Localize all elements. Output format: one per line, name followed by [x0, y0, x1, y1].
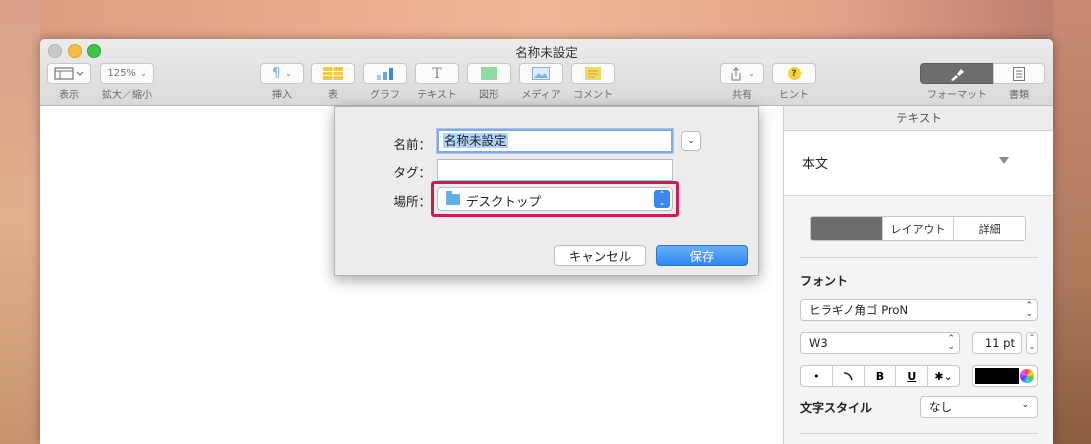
- tags-label: タグ：: [393, 165, 431, 180]
- share-icon: [731, 66, 741, 80]
- window-title: 名称未設定: [515, 45, 578, 60]
- location-value: デスクトップ: [466, 194, 542, 209]
- chevron-down-icon: ⌄: [748, 69, 755, 78]
- character-style-value: なし: [929, 400, 952, 414]
- chart-label: グラフ: [370, 90, 400, 101]
- chevron-down-icon: ⌄: [285, 69, 292, 78]
- zoom-value: 125%: [107, 68, 136, 79]
- zoom-dropdown[interactable]: 125% ⌄: [100, 63, 154, 84]
- share-label: 共有: [732, 90, 752, 101]
- text-icon: T: [432, 65, 442, 82]
- image-icon: [532, 67, 550, 80]
- font-size-value: 11 pt: [984, 336, 1015, 350]
- desktop-wallpaper: [0, 0, 40, 444]
- tab-more[interactable]: 詳細: [954, 217, 1025, 240]
- name-value: 名称未設定: [443, 133, 508, 148]
- zoom-label: 拡大／縮小: [102, 90, 152, 101]
- font-family-value: ヒラギノ角ゴ ProN: [809, 303, 909, 317]
- save-button[interactable]: 保存: [656, 245, 748, 266]
- font-weight-value: W3: [809, 336, 828, 350]
- updown-arrows-icon: ⌃ ⌄: [654, 190, 670, 208]
- paragraph-icon: ¶: [272, 66, 281, 81]
- sidebar-view-icon: [54, 67, 84, 80]
- table-label: 表: [328, 90, 338, 101]
- insert-button[interactable]: ¶ ⌄: [260, 63, 304, 84]
- paintbrush-icon: [951, 68, 964, 81]
- save-dialog: 名前： 名称未設定 ⌄ タグ： 場所： デスクトップ ⌃ ⌄ キャンセル 保存: [334, 106, 759, 276]
- shape-button[interactable]: [467, 63, 511, 84]
- shape-icon: [481, 67, 497, 80]
- font-size-field[interactable]: 11 pt: [972, 332, 1022, 354]
- character-style-heading: 文字スタイル: [800, 401, 873, 415]
- tab-layout[interactable]: レイアウト: [883, 217, 955, 240]
- document-button[interactable]: [993, 63, 1045, 84]
- chevron-down-icon: ⌄: [687, 136, 695, 146]
- comment-button[interactable]: [571, 63, 615, 84]
- chevron-down-icon: ⌄: [1021, 400, 1029, 410]
- desktop-wallpaper: [1053, 0, 1091, 444]
- bullet-button[interactable]: •: [801, 366, 833, 386]
- media-label: メディア: [521, 90, 561, 101]
- name-label: 名前：: [393, 137, 431, 152]
- italic-button[interactable]: [833, 366, 865, 386]
- tab-style[interactable]: スタイル: [811, 217, 883, 240]
- updown-arrows-icon: ⌃ ⌄: [947, 334, 955, 352]
- text-button[interactable]: T: [415, 63, 459, 84]
- share-button[interactable]: ⌄: [720, 63, 764, 84]
- shape-label: 図形: [479, 90, 499, 101]
- underline-button[interactable]: U: [896, 366, 929, 386]
- format-inspector: テキスト 本文 スタイル レイアウト 詳細 フォント ヒラギノ角ゴ ProN ⌃…: [783, 106, 1053, 444]
- chevron-down-icon: ⌄: [139, 69, 147, 78]
- tags-field[interactable]: [437, 159, 673, 181]
- divider: [800, 433, 1038, 434]
- folder-icon: [446, 191, 460, 205]
- table-icon: [323, 67, 343, 80]
- text-label: テキスト: [417, 90, 457, 101]
- font-weight-select[interactable]: W3 ⌃ ⌄: [800, 332, 960, 354]
- view-button[interactable]: [47, 63, 91, 84]
- view-label: 表示: [59, 90, 79, 101]
- inspector-header: テキスト: [784, 106, 1053, 131]
- italic-curve-icon: [844, 372, 853, 381]
- comment-label: コメント: [573, 90, 613, 101]
- format-label: フォーマット: [927, 90, 987, 101]
- comment-icon: [585, 67, 601, 80]
- tips-button[interactable]: ?: [772, 63, 816, 84]
- text-style-buttons: • B U ✱⌄: [800, 365, 960, 387]
- media-button[interactable]: [519, 63, 563, 84]
- paragraph-style-picker[interactable]: 本文: [784, 131, 1053, 196]
- location-select[interactable]: デスクトップ ⌃ ⌄: [437, 187, 673, 211]
- tips-label: ヒント: [779, 90, 809, 101]
- paragraph-style-name: 本文: [802, 157, 829, 172]
- cancel-button[interactable]: キャンセル: [554, 245, 646, 266]
- color-wheel-icon[interactable]: [1020, 369, 1034, 383]
- bold-button[interactable]: B: [865, 366, 897, 386]
- color-swatch: [975, 368, 1019, 384]
- gear-icon: ✱⌄: [934, 369, 953, 383]
- bar-chart-icon: [377, 68, 393, 80]
- toolbar: 名称未設定 表示 125% ⌄ 拡大／縮小 ¶ ⌄ 挿入 表 グラフ T テキス…: [40, 39, 1053, 106]
- character-style-select[interactable]: なし ⌄: [920, 396, 1038, 418]
- chart-button[interactable]: [363, 63, 407, 84]
- document-label: 書類: [1009, 90, 1029, 101]
- triangle-down-icon: [999, 157, 1009, 164]
- text-color-well[interactable]: [972, 365, 1038, 387]
- divider: [800, 257, 1038, 258]
- location-label: 場所：: [393, 194, 431, 209]
- inspector-tabs: スタイル レイアウト 詳細: [810, 216, 1026, 241]
- font-size-stepper[interactable]: ⌃ ⌄: [1026, 332, 1038, 354]
- font-heading: フォント: [800, 274, 849, 288]
- bullet-icon: •: [813, 369, 820, 383]
- insert-label: 挿入: [272, 90, 292, 101]
- font-family-select[interactable]: ヒラギノ角ゴ ProN ⌃ ⌄: [800, 299, 1038, 321]
- expand-dialog-button[interactable]: ⌄: [681, 131, 701, 151]
- help-icon: ?: [787, 67, 801, 80]
- name-field[interactable]: 名称未設定: [437, 129, 673, 153]
- format-button[interactable]: [920, 63, 994, 84]
- text-options-button[interactable]: ✱⌄: [928, 366, 959, 386]
- updown-arrows-icon: ⌃ ⌄: [1025, 301, 1033, 319]
- document-icon: [1013, 66, 1025, 81]
- table-button[interactable]: [311, 63, 355, 84]
